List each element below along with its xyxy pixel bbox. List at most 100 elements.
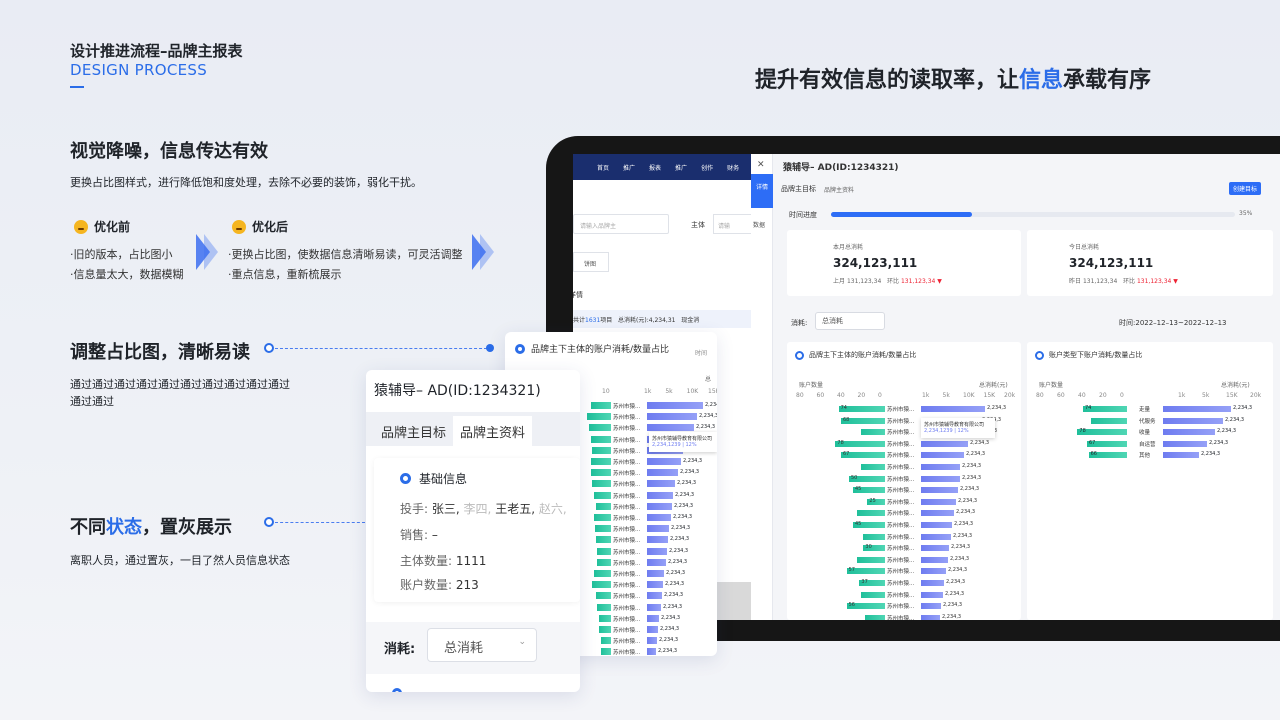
front-tabs: 品牌主目标 品牌主资料: [374, 416, 533, 447]
old-search-input[interactable]: 请输入品牌主: [573, 214, 669, 234]
mid-name-label: 苏州市猿...: [613, 549, 641, 556]
pitcher-row: 投手: 张三, 李四, 王老五, 赵六,: [400, 502, 567, 516]
chart2-left-tick: 60: [1057, 392, 1065, 399]
nav-item[interactable]: 财务: [727, 163, 739, 172]
nav-item[interactable]: 首页: [597, 163, 609, 172]
chart1-purple-bar: [921, 406, 985, 412]
old-detail: 详情: [573, 291, 583, 299]
chart1-name-label: 苏州市猿...: [887, 592, 915, 599]
mid-purple-bar: [647, 547, 667, 555]
chart1-purple-bar: [921, 464, 960, 470]
chart1-value-label: 2,234,3: [950, 555, 970, 562]
chart1-right-tick: 15K: [983, 392, 996, 399]
tab-goal[interactable]: 品牌主目标: [374, 416, 453, 447]
chart1-value-label: 2,234,3: [962, 474, 982, 481]
chart1-purple-bar: [921, 545, 949, 552]
chart1-name-label: 苏州市猿...: [887, 407, 915, 413]
mid-green-bar: [588, 424, 611, 432]
panel-tabs: 品牌主目标 品牌主资料: [781, 182, 1277, 196]
side-tab-detail[interactable]: 详情: [751, 174, 773, 208]
old-subject-input[interactable]: 请输: [713, 214, 753, 234]
chart1-left-tick: 40: [837, 392, 845, 399]
mid-green-bar: [590, 402, 611, 409]
mid-value-label: 2,234,3: [680, 469, 700, 476]
connector-start-icon: [264, 343, 274, 353]
detail-panel: 猿辅导– AD(ID:1234321) 品牌主目标 品牌主资料 创建目标 时间进度…: [773, 154, 1280, 620]
mid-purple-bar: [647, 637, 657, 645]
mid-name-label: 苏州市猿...: [613, 504, 641, 511]
chart1-value-label: 2,234,3: [943, 602, 963, 609]
old-tab-pie[interactable]: 饼图: [573, 252, 609, 272]
chart2-value-label: 2,234,3: [1233, 405, 1253, 411]
chart2-category-label: 收量: [1139, 430, 1151, 437]
mid-purple-bar: [647, 570, 664, 577]
mid-value-label: 2,234,3: [705, 402, 717, 408]
mid-green-bar: [590, 435, 611, 443]
mid-name-label: 苏州市猿...: [613, 616, 641, 623]
chart1-value-label: 2,234,3: [960, 486, 980, 493]
panel-title: 猿辅导– AD(ID:1234321): [783, 163, 899, 173]
mid-value-label: 2,234,3: [674, 502, 694, 509]
mid-name-label: 苏州市猿...: [613, 572, 641, 578]
side-tab-data[interactable]: 数据: [753, 220, 765, 229]
chart1-right-tick: 20k: [1004, 392, 1016, 399]
mid-value-label: 2,234,3: [675, 491, 695, 498]
chart1-name-label: 苏州市猿...: [887, 465, 915, 471]
mid-green-bar: [587, 413, 611, 421]
chart2-purple-bar: [1163, 429, 1215, 436]
chart2-left-label: 账户数量: [1039, 382, 1064, 389]
nav-item[interactable]: 推广: [675, 163, 687, 172]
connector-line: [275, 522, 365, 523]
basic-info-card: 基础信息 投手: 张三, 李四, 王老五, 赵六, 销售: – 主体数量: 11…: [374, 458, 580, 602]
sec2-desc: 通过通过通过通过通过通过通过通过通过通过 通过通过: [70, 378, 290, 408]
after-label: 优化后: [232, 218, 288, 235]
chart1-name-label: 苏州市猿...: [887, 534, 915, 541]
chart1-purple-bar: [921, 440, 968, 447]
chart1-green-bar: [865, 614, 885, 620]
chart1-count-label: 68: [843, 416, 850, 423]
chart1-value-label: 2,234,3: [962, 463, 982, 469]
nav-item[interactable]: 推广: [623, 163, 635, 172]
mid-name-label: 苏州市猿...: [613, 650, 641, 656]
mid-name-label: 苏州市猿...: [613, 527, 641, 534]
chart1-name-label: 苏州市猿...: [887, 488, 915, 495]
mid-name-label: 苏州市猿...: [613, 426, 641, 433]
mid-value-label: 2,234,3: [661, 614, 681, 621]
chart1-right-tick: 5k: [942, 392, 950, 399]
emoji-sad-icon: [74, 219, 88, 234]
mid-name-label: 苏州市猿...: [613, 594, 641, 601]
nav-item[interactable]: 报表: [649, 163, 661, 172]
chart1-count-label: 67: [843, 451, 850, 458]
mid-purple-bar: [647, 413, 697, 421]
tab-goal[interactable]: 品牌主目标: [781, 184, 816, 194]
mid-value-label: 2,234,3: [670, 536, 690, 543]
mid-name-label: 苏州市猿...: [613, 639, 641, 646]
old-subject-label: 主体: [691, 221, 705, 229]
nav-item[interactable]: 创作: [701, 163, 713, 172]
chart2-left-tick: 40: [1078, 392, 1086, 399]
tab-info[interactable]: 品牌主资料: [824, 185, 854, 194]
close-icon[interactable]: ✕: [757, 160, 765, 170]
mid-purple-bar: [647, 402, 703, 409]
mid-green-bar: [592, 446, 611, 454]
tab-info[interactable]: 品牌主资料: [453, 416, 533, 447]
radio-icon: [392, 688, 402, 692]
mid-name-label: 苏州市猿...: [613, 538, 641, 545]
front-spend-select[interactable]: 总消耗 ⌄: [427, 628, 537, 662]
create-goal-button[interactable]: 创建目标: [1229, 182, 1262, 195]
sec3-title: 不同状态，置灰展示: [70, 517, 232, 538]
mid-value-label: 2,234,3: [663, 603, 683, 610]
chart2-left-tick: 0: [1120, 392, 1124, 399]
chart2-right-tick: 20k: [1250, 392, 1262, 399]
chart1-purple-bar: [921, 510, 954, 517]
chart1-value-label: 2,234,3: [958, 497, 978, 504]
chart2-right-tick: 1k: [1178, 392, 1186, 399]
chart1-name-label: 苏州市猿...: [887, 615, 915, 620]
mid-purple-bar: [647, 469, 678, 477]
spend-select[interactable]: 总消耗: [815, 312, 885, 330]
chart1-value-label: 2,234,3: [951, 544, 971, 551]
mid-name-label: 苏州市猿...: [613, 516, 641, 522]
chart1-count-label: 25: [869, 497, 876, 504]
connector-line: [275, 348, 487, 349]
mid-right-tick: 10K: [686, 388, 699, 395]
